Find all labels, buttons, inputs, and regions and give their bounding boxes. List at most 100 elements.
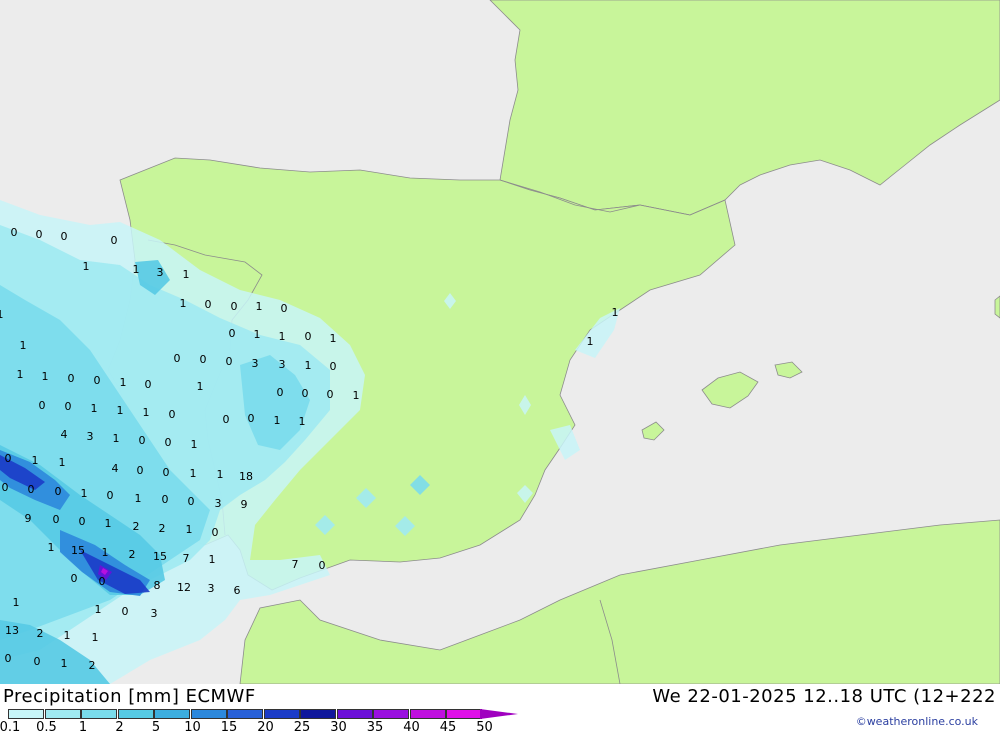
precipitation-value-label: 3 <box>87 430 94 443</box>
precipitation-value-label: 0 <box>169 408 176 421</box>
precipitation-value-label: 1 <box>91 402 98 415</box>
precipitation-value-label: 1 <box>143 406 150 419</box>
precipitation-value-label: 1 <box>612 306 619 319</box>
precipitation-value-label: 1 <box>20 339 27 352</box>
precipitation-value-label: 0 <box>302 387 309 400</box>
precipitation-value-label: 0 <box>28 483 35 496</box>
legend-swatch <box>154 709 190 719</box>
legend-overflow-arrow-icon <box>480 709 518 719</box>
precipitation-value-label: 0 <box>165 436 172 449</box>
legend-swatch <box>8 709 44 719</box>
precipitation-value-label: 0 <box>61 230 68 243</box>
legend-swatch <box>81 709 117 719</box>
map-viewer: 0000113101101010110100011001013310001110… <box>0 0 1000 735</box>
valid-time-label: We 22-01-2025 12..18 UTC (12+222 <box>652 686 996 707</box>
precipitation-value-label: 0 <box>55 485 62 498</box>
precipitation-value-label: 1 <box>299 415 306 428</box>
precipitation-value-label: 7 <box>183 552 190 565</box>
legend-swatch <box>44 709 81 719</box>
precipitation-value-label: 0 <box>5 652 12 665</box>
precipitation-value-label: 1 <box>61 657 68 670</box>
precipitation-value-label: 0 <box>139 434 146 447</box>
precipitation-value-label: 15 <box>71 544 85 557</box>
precipitation-value-label: 0 <box>327 388 334 401</box>
precipitation-value-label: 0 <box>223 413 230 426</box>
precipitation-value-label: 1 <box>0 308 4 321</box>
precipitation-value-label: 1 <box>191 438 198 451</box>
precipitation-value-label: 0 <box>231 300 238 313</box>
legend-swatch <box>373 709 409 719</box>
precipitation-value-label: 0 <box>205 298 212 311</box>
legend-swatch <box>409 709 446 719</box>
precipitation-value-label: 1 <box>305 359 312 372</box>
precipitation-value-label: 0 <box>2 481 9 494</box>
precipitation-value-label: 0 <box>200 353 207 366</box>
precipitation-value-label: 0 <box>229 327 236 340</box>
precipitation-value-label: 1 <box>353 389 360 402</box>
precipitation-value-label: 3 <box>157 266 164 279</box>
precipitation-value-label: 12 <box>177 581 191 594</box>
precipitation-value-label: 0 <box>248 412 255 425</box>
precipitation-value-label: 0 <box>34 655 41 668</box>
precipitation-value-label: 0 <box>36 228 43 241</box>
precipitation-value-label: 2 <box>89 659 96 672</box>
precipitation-value-label: 1 <box>83 260 90 273</box>
map-footer: Precipitation [mm] ECMWF We 22-01-2025 1… <box>0 684 1000 735</box>
precipitation-value-label: 1 <box>81 487 88 500</box>
precipitation-value-label: 2 <box>159 522 166 535</box>
precipitation-value-label: 0 <box>319 559 326 572</box>
legend-swatch <box>300 709 336 719</box>
precipitation-value-label: 6 <box>234 584 241 597</box>
precipitation-value-label: 0 <box>53 513 60 526</box>
precipitation-value-label: 0 <box>65 400 72 413</box>
precipitation-value-label: 0 <box>99 575 106 588</box>
precipitation-value-label: 0 <box>79 515 86 528</box>
precipitation-value-label: 1 <box>48 541 55 554</box>
precipitation-value-label: 0 <box>145 378 152 391</box>
precipitation-value-label: 9 <box>241 498 248 511</box>
legend-swatch <box>117 709 154 719</box>
precipitation-value-label: 1 <box>197 380 204 393</box>
precipitation-value-label: 1 <box>120 376 127 389</box>
precipitation-value-label: 0 <box>94 374 101 387</box>
precipitation-value-label: 0 <box>11 226 18 239</box>
precipitation-map[interactable]: 0000113101101010110100011001013310001110… <box>0 0 1000 684</box>
precipitation-value-label: 1 <box>256 300 263 313</box>
precipitation-value-label: 0 <box>277 386 284 399</box>
precipitation-value-label: 0 <box>107 489 114 502</box>
precipitation-legend: 0.1 0.5 1 2 5 10 15 20 25 30 35 40 45 50 <box>0 709 528 735</box>
map-title: Precipitation [mm] ECMWF <box>3 686 256 707</box>
precipitation-value-label: 0 <box>281 302 288 315</box>
precipitation-value-label: 13 <box>5 624 19 637</box>
precipitation-value-label: 0 <box>137 464 144 477</box>
precipitation-value-label: 4 <box>61 428 68 441</box>
legend-swatch <box>227 709 263 719</box>
precipitation-value-label: 4 <box>112 462 119 475</box>
precipitation-value-label: 1 <box>254 328 261 341</box>
precipitation-value-label: 2 <box>37 627 44 640</box>
precipitation-value-label: 1 <box>105 517 112 530</box>
corsica-island <box>994 295 1000 319</box>
credit-link[interactable]: ©weatheronline.co.uk <box>856 715 978 728</box>
precipitation-value-label: 1 <box>42 370 49 383</box>
precipitation-value-label: 15 <box>153 550 167 563</box>
precipitation-value-label: 1 <box>190 467 197 480</box>
precipitation-value-label: 1 <box>186 523 193 536</box>
legend-tick-labels: 0.1 0.5 1 2 5 10 15 20 25 30 35 40 45 50 <box>0 720 518 735</box>
precipitation-value-label: 2 <box>129 548 136 561</box>
precipitation-value-label: 0 <box>330 360 337 373</box>
legend-swatch <box>263 709 300 719</box>
precipitation-value-label: 1 <box>279 330 286 343</box>
precipitation-value-label: 1 <box>117 404 124 417</box>
precipitation-value-label: 1 <box>32 454 39 467</box>
legend-swatch <box>190 709 227 719</box>
precipitation-value-label: 1 <box>92 631 99 644</box>
precipitation-value-label: 1 <box>95 603 102 616</box>
precipitation-value-label: 0 <box>162 493 169 506</box>
precipitation-value-label: 0 <box>68 372 75 385</box>
precipitation-value-label: 1 <box>133 263 140 276</box>
precipitation-value-label: 3 <box>151 607 158 620</box>
precipitation-value-label: 0 <box>163 466 170 479</box>
precipitation-value-label: 0 <box>39 399 46 412</box>
precipitation-value-label: 3 <box>279 358 286 371</box>
